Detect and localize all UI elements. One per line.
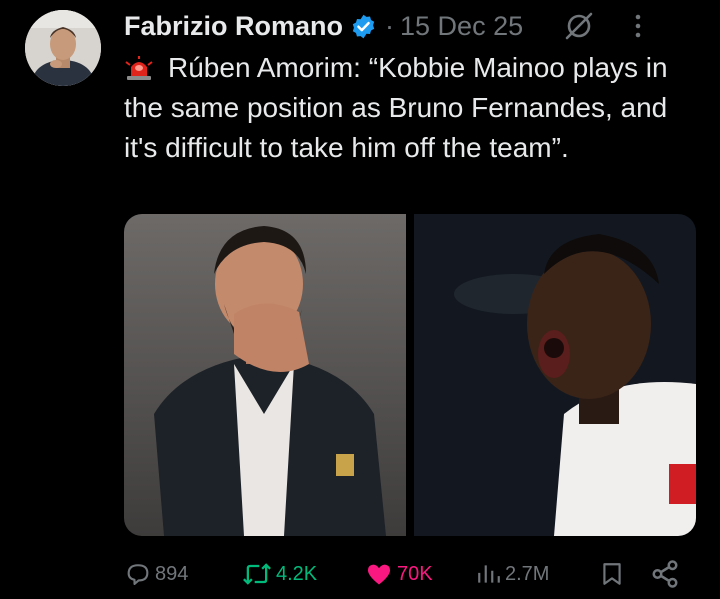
views-icon [478,565,500,583]
media-image-amorim[interactable] [124,214,406,536]
bookmark-icon [603,563,621,585]
like-icon [367,564,391,585]
avatar-photo [25,10,101,86]
avatar[interactable] [25,10,101,86]
tweet-date[interactable]: 15 Dec 25 [400,11,523,42]
verified-badge-icon [350,13,377,40]
grok-icon[interactable] [563,10,595,42]
reply-count: 894 [155,562,189,585]
media-grid [124,214,696,536]
share-icon [652,560,678,588]
like-count: 70K [397,562,433,585]
action-bar: 894 4.2K 70K 2.7M [124,556,694,592]
tweet-header: Fabrizio Romano · 15 Dec 25 [124,6,706,46]
tweet-text: Rúben Amorim: “Kobbie Mainoo plays in th… [124,52,668,163]
repost-count: 4.2K [276,562,318,585]
repost-icon [243,563,271,585]
views-button[interactable]: 2.7M [476,556,549,592]
siren-icon [124,51,154,80]
media-image-mainoo[interactable] [414,214,696,536]
like-button[interactable]: 70K [364,556,433,592]
separator-dot: · [385,10,395,41]
reply-button[interactable]: 894 [124,556,188,592]
bookmark-button[interactable] [599,556,628,592]
share-button[interactable] [650,556,683,592]
views-count: 2.7M [505,562,550,585]
repost-button[interactable]: 4.2K [241,556,317,592]
more-icon[interactable] [633,13,643,39]
tweet-body: Rúben Amorim: “Kobbie Mainoo plays in th… [124,48,704,168]
author-name[interactable]: Fabrizio Romano [124,11,343,42]
reply-icon [127,564,149,585]
